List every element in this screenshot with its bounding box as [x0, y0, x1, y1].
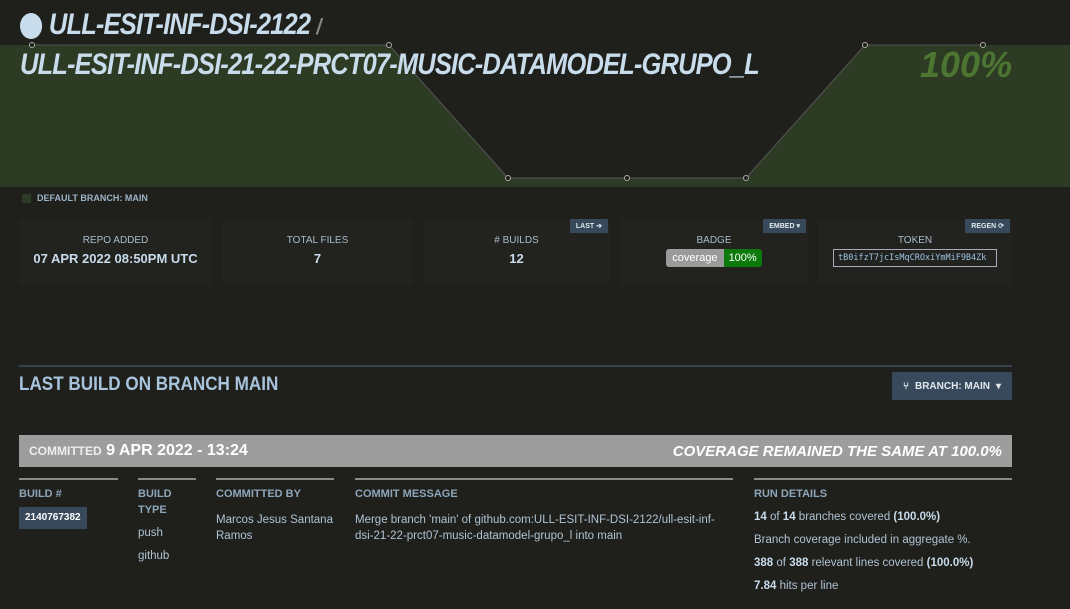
- card-badge: EMBED ▾ BADGE coverage 100%: [620, 219, 808, 284]
- github-icon: [20, 13, 43, 40]
- col-build: BUILD #2140767382: [19, 478, 118, 529]
- col-message: COMMIT MESSAGE Merge branch 'main' of git…: [355, 478, 733, 544]
- coverage-badge: coverage 100%: [666, 249, 762, 267]
- branch-dropdown[interactable]: ⑂ BRANCH: MAIN ▾: [892, 372, 1012, 400]
- branch-icon: ⑂: [902, 380, 909, 392]
- org-link[interactable]: ULL-ESIT-INF-DSI-2122: [49, 8, 311, 41]
- build-number-link[interactable]: 2140767382: [19, 507, 87, 529]
- regen-button[interactable]: REGEN ⟳: [965, 219, 1010, 233]
- separator: /: [316, 14, 321, 39]
- caret-down-icon: ▾: [995, 380, 1002, 392]
- col-type: BUILD TYPE push github: [138, 478, 196, 568]
- token-field[interactable]: tB0ifzT7jcIsMqCROxiYmMiF9B4Zk: [833, 249, 997, 267]
- embed-button[interactable]: EMBED ▾: [763, 219, 806, 233]
- col-run-details: RUN DETAILS 14 of 14 branches covered (1…: [754, 478, 1012, 598]
- card-builds: LAST ➔ # BUILDS 12: [423, 219, 610, 284]
- repo-title: ULL-ESIT-INF-DSI-2122 / ULL-ESIT-INF-DSI-…: [20, 6, 760, 84]
- card-token: REGEN ⟳ TOKEN tB0ifzT7jcIsMqCROxiYmMiF9B4Z…: [818, 219, 1012, 284]
- divider: [19, 365, 1012, 367]
- default-branch: DEFAULT BRANCH: MAIN: [22, 193, 148, 203]
- col-committer: COMMITTED BY Marcos Jesus Santana Ramos: [216, 478, 334, 544]
- card-total-files: TOTAL FILES 7: [222, 220, 413, 284]
- section-title: LAST BUILD ON BRANCH MAIN: [19, 374, 279, 395]
- coverage-history-chart: ULL-ESIT-INF-DSI-2122 / ULL-ESIT-INF-DSI-…: [0, 0, 1070, 187]
- build-status-bar: COMMITTED 9 APR 2022 - 13:24 COVERAGE REM…: [19, 435, 1012, 467]
- card-repo-added: REPO ADDED 07 APR 2022 08:50PM UTC: [19, 220, 212, 284]
- repo-link[interactable]: ULL-ESIT-INF-DSI-21-22-PRCT07-MUSIC-DATA…: [20, 48, 760, 81]
- coverage-percent: 100%: [920, 44, 1013, 85]
- last-build-button[interactable]: LAST ➔: [569, 219, 608, 233]
- branch-swatch: [22, 193, 31, 203]
